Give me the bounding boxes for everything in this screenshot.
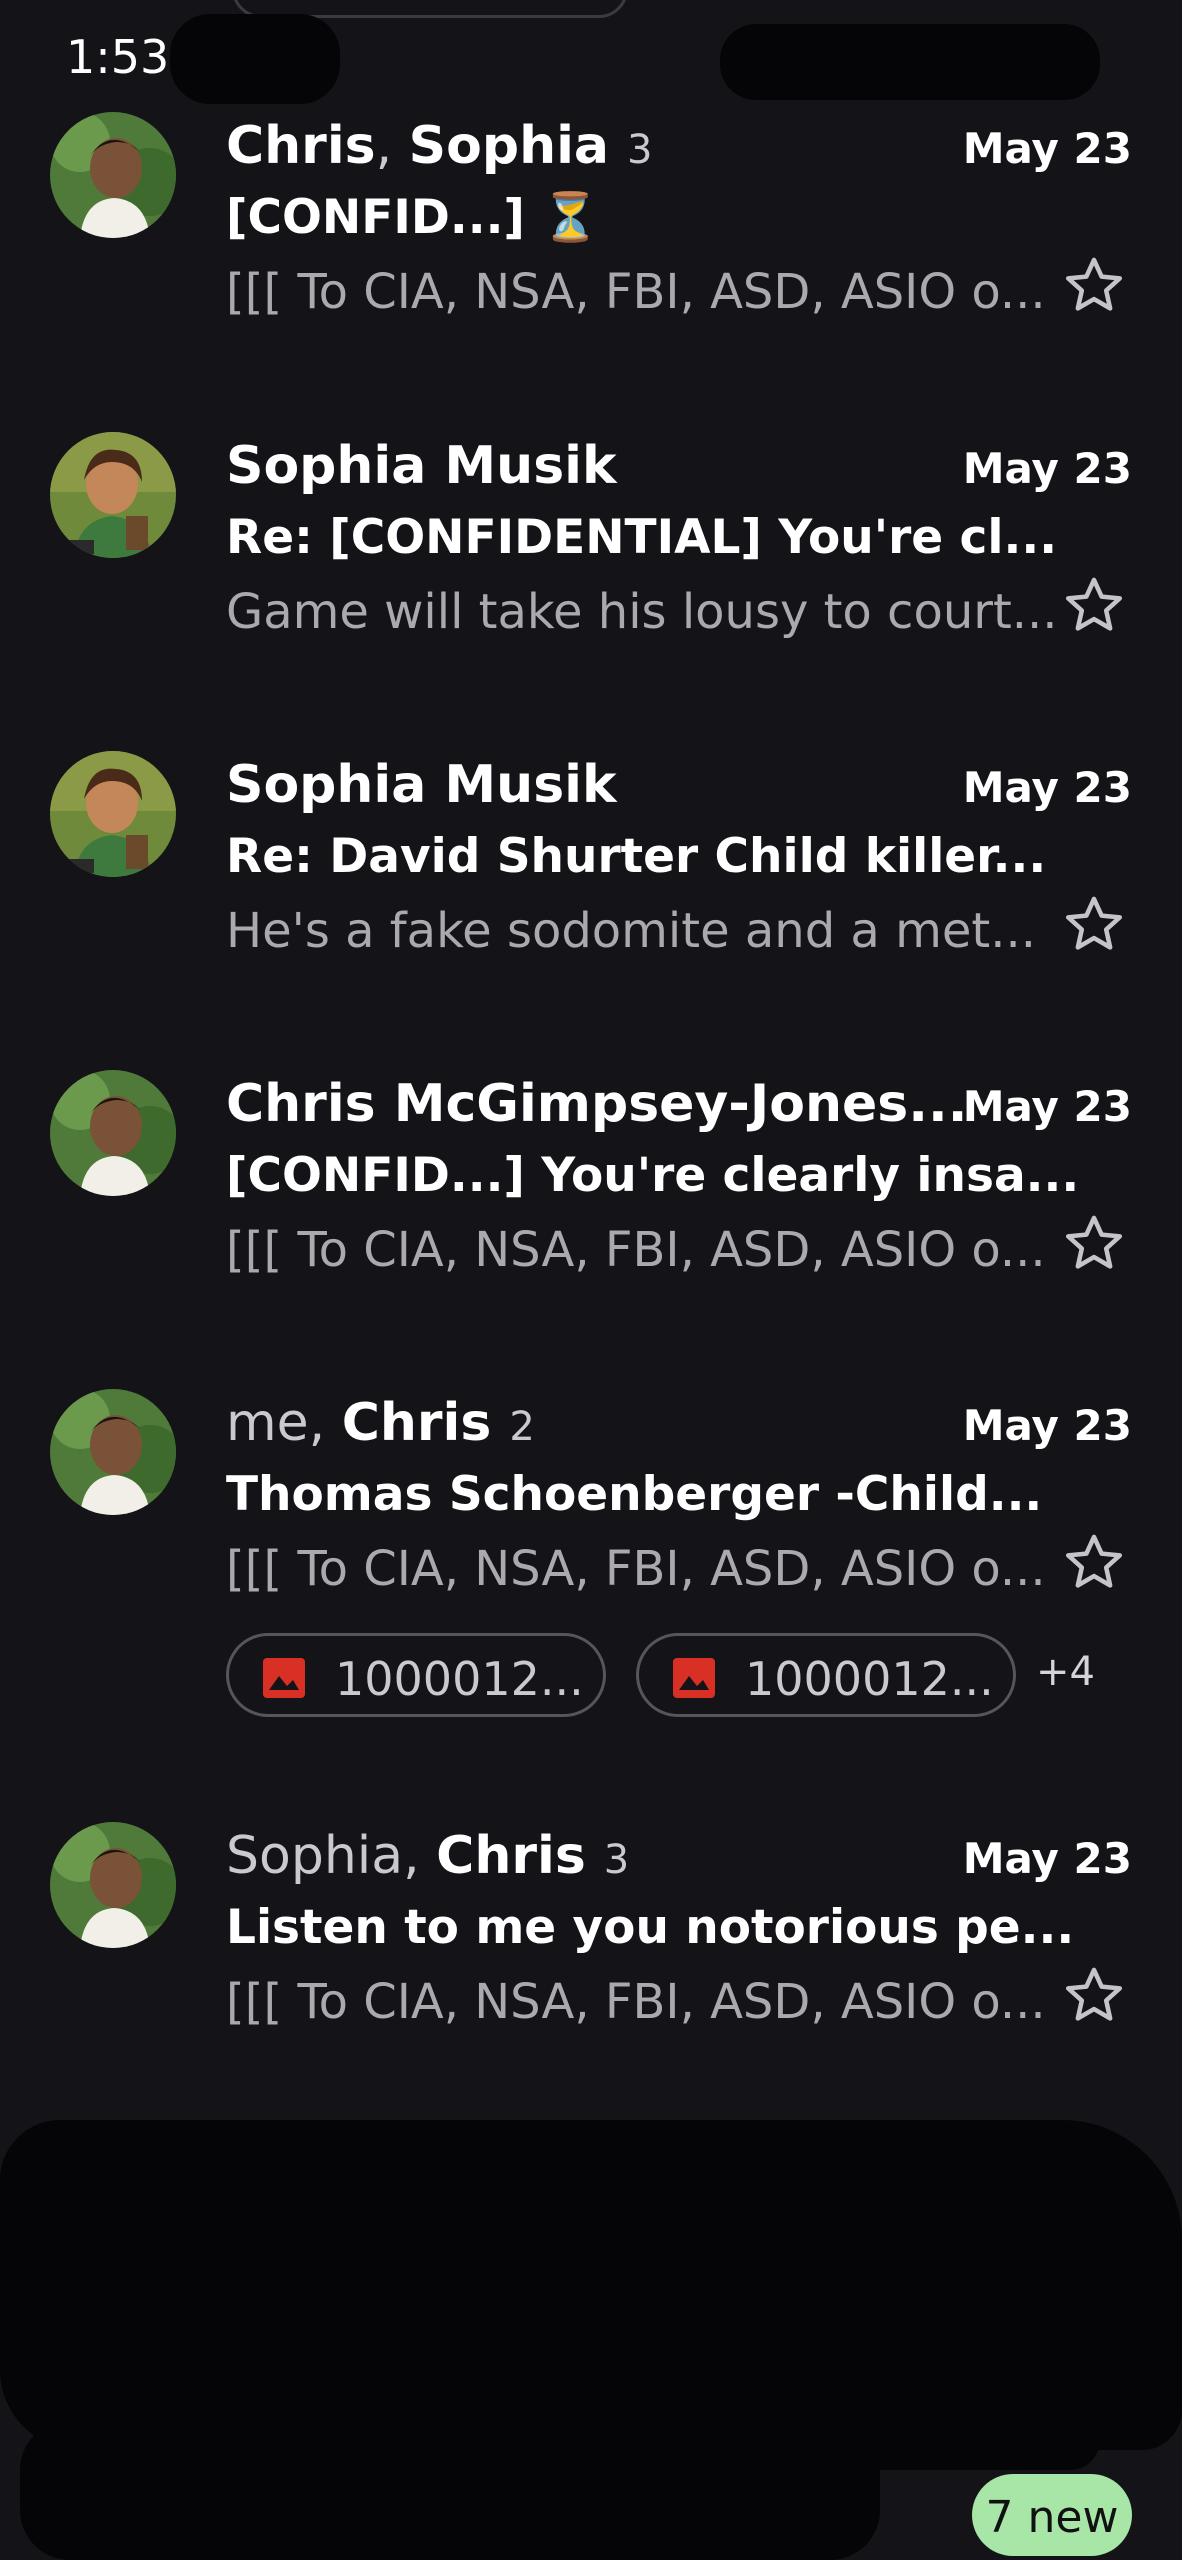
avatar[interactable]	[50, 432, 176, 558]
message-count: 2	[509, 1404, 535, 1450]
thread-subject: [CONFID...] You're clearly insa...	[226, 1148, 1080, 1203]
thread-snippet: He's a fake sodomite and a met...	[226, 903, 1036, 959]
thread-item[interactable]: Chris McGimpsey-Jones... May 23 [CONFID.…	[0, 1070, 1182, 1370]
thread-subject: Re: [CONFIDENTIAL] You're cl...	[226, 510, 1058, 565]
attachment-name: 1000012...	[745, 1652, 994, 1706]
thread-snippet: [[[ To CIA, NSA, FBI, ASD, ASIO o...	[226, 1541, 1046, 1597]
thread-subject: Thomas Schoenberger -Child...	[226, 1467, 1043, 1522]
star-icon[interactable]	[1060, 252, 1128, 320]
attachment-chip[interactable]: 1000012...	[226, 1633, 606, 1717]
image-icon	[673, 1658, 715, 1698]
star-icon[interactable]	[1060, 572, 1128, 640]
sender-name: Chris, Sophia 3	[226, 116, 653, 176]
star-icon[interactable]	[1060, 1529, 1128, 1597]
thread-date: May 23	[962, 1401, 1132, 1450]
attachment-name: 1000012...	[335, 1652, 584, 1706]
thread-subject: Listen to me you notorious pe...	[226, 1900, 1075, 1955]
avatar[interactable]	[50, 751, 176, 877]
sender-name: Chris McGimpsey-Jones...	[226, 1074, 968, 1134]
status-time: 1:53	[66, 30, 170, 84]
avatar[interactable]	[50, 1389, 176, 1515]
new-messages-label: 7 new	[985, 2492, 1119, 2543]
thread-item[interactable]: Sophia Musik May 23 Re: David Shurter Ch…	[0, 751, 1182, 1051]
thread-snippet: [[[ To CIA, NSA, FBI, ASD, ASIO o...	[226, 264, 1046, 320]
redaction	[170, 14, 340, 104]
message-count: 3	[627, 127, 653, 173]
thread-date: May 23	[962, 1082, 1132, 1131]
sender-name: me, Chris 2	[226, 1393, 535, 1453]
message-count: 3	[603, 1837, 630, 1883]
star-icon[interactable]	[1060, 1962, 1128, 2030]
sender-name: Sophia, Chris 3	[226, 1826, 630, 1886]
thread-snippet: [[[ To CIA, NSA, FBI, ASD, ASIO o...	[226, 1974, 1046, 2030]
image-icon	[263, 1658, 305, 1698]
star-icon[interactable]	[1060, 891, 1128, 959]
status-bar: 1:53	[0, 0, 1182, 110]
sender-name: Sophia Musik	[226, 755, 617, 815]
avatar[interactable]	[50, 112, 176, 238]
thread-item[interactable]: me, Chris 2 May 23 Thomas Schoenberger -C…	[0, 1389, 1182, 1789]
thread-subject: Re: David Shurter Child killer...	[226, 829, 1047, 884]
thread-snippet: Game will take his lousy to court...	[226, 584, 1058, 640]
avatar[interactable]	[50, 1070, 176, 1196]
thread-item[interactable]: Chris, Sophia 3 May 23 [CONFID...] ⏳ [[[ …	[0, 112, 1182, 412]
attachment-chip[interactable]: 1000012...	[636, 1633, 1016, 1717]
star-icon[interactable]	[1060, 1210, 1128, 1278]
new-messages-pill[interactable]: 7 new	[972, 2474, 1132, 2556]
thread-item[interactable]: Sophia, Chris 3 May 23 Listen to me you n…	[0, 1822, 1182, 2122]
sender-name: Sophia Musik	[226, 436, 617, 496]
thread-date: May 23	[962, 444, 1132, 493]
thread-item[interactable]: Sophia Musik May 23 Re: [CONFIDENTIAL] Y…	[0, 432, 1182, 732]
redaction	[720, 24, 1100, 100]
redaction	[740, 2400, 1100, 2470]
avatar[interactable]	[50, 1822, 176, 1948]
thread-subject: [CONFID...] ⏳	[226, 190, 600, 245]
thread-snippet: [[[ To CIA, NSA, FBI, ASD, ASIO o...	[226, 1222, 1046, 1278]
thread-date: May 23	[962, 1834, 1132, 1883]
more-attachments-count[interactable]: +4	[1036, 1649, 1095, 1695]
thread-date: May 23	[962, 124, 1132, 173]
thread-date: May 23	[962, 763, 1132, 812]
